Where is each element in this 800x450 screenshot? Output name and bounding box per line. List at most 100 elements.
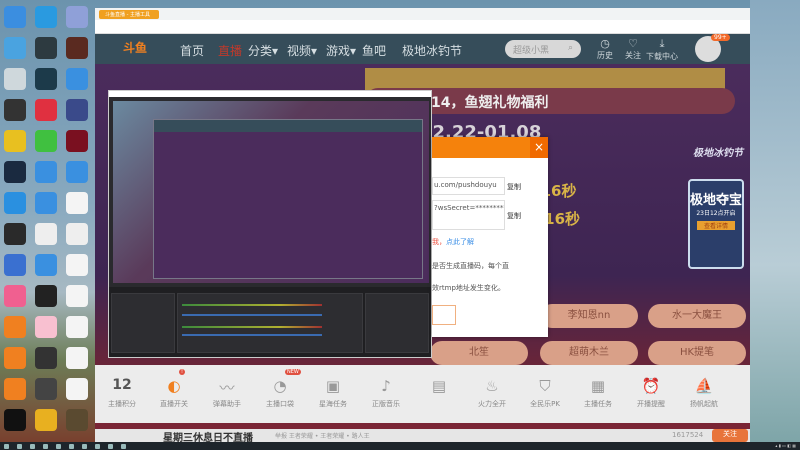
taskbar-app-icon[interactable] [4,443,9,449]
network-icon[interactable] [4,37,26,59]
app-blue-icon[interactable] [35,6,57,28]
follow-button[interactable]: 关注 [712,429,748,442]
file-icon[interactable] [66,285,88,307]
streamer-pill[interactable]: 北笙 [430,341,528,365]
tool-clock[interactable]: ⏰ 开播提醒 [624,377,678,409]
tool-wave[interactable]: 〰弹幕助手 [200,377,254,409]
search-icon[interactable]: ⌕ [568,43,573,53]
sources-dock[interactable] [111,293,175,353]
taskbar-app-icon[interactable] [30,443,35,449]
qq-icon[interactable] [4,409,26,431]
close-button[interactable]: × [530,137,548,158]
taskbar-app-icon[interactable] [95,443,100,449]
taskbar-app-icon[interactable] [43,443,48,449]
computer-icon[interactable] [4,6,26,28]
file-icon[interactable] [66,316,88,338]
nav-live[interactable]: 直播 [218,42,242,59]
rtmp-url-field[interactable]: u.com/pushdouyu [432,177,505,195]
nav-category[interactable]: 分类▾ [248,42,278,59]
tool-boat[interactable]: ⛵ 扬帆起航 [677,377,731,409]
taskbar-app-icon[interactable] [17,443,22,449]
file-icon[interactable] [66,378,88,400]
steam-icon[interactable] [4,161,26,183]
taskbar-app-icon[interactable] [108,443,113,449]
wechat-icon[interactable] [35,130,57,152]
tool-pk[interactable]: ⛉ 全民乐PK [518,377,572,409]
system-tray[interactable]: ▴ ▮ ▭ ◧ ▦ [775,443,796,448]
app-black-icon[interactable] [35,285,57,307]
browser-qq-icon[interactable] [35,161,57,183]
nav-games[interactable]: 游戏▾ [326,42,356,59]
tool-music[interactable]: ♪ 正版音乐 [359,377,413,409]
follow-button[interactable]: ♡ 关注 [625,37,641,61]
banner-title-graphic [365,68,725,90]
taskbar-app-icon[interactable] [82,443,87,449]
file-icon[interactable] [66,347,88,369]
streamer-pill[interactable]: 超萌木兰 [540,341,638,365]
nav-event[interactable]: 极地冰钓节 [402,42,462,59]
netease-music-icon[interactable] [35,99,57,121]
obs-icon[interactable] [4,99,26,121]
app-purple-icon[interactable] [66,6,88,28]
view-details-button[interactable]: 查看详情 [697,221,735,230]
douyu-icon[interactable] [4,378,26,400]
tool-gift[interactable]: ▤ [412,377,466,399]
audio-mixer[interactable] [177,293,363,353]
streamer-pill[interactable]: HK提笔 [648,341,746,365]
file-icon[interactable] [66,223,88,245]
game-yellow-icon[interactable] [66,99,88,121]
learn-more-link[interactable]: 点此了解 [446,237,474,247]
app-figure-icon[interactable] [66,409,88,431]
app-petal-icon[interactable] [35,316,57,338]
browser-qq-icon[interactable] [66,68,88,90]
tool-task[interactable]: ▦ 主播任务 [571,377,625,409]
file-icon[interactable] [66,192,88,214]
streamer-pill[interactable]: 水一大魔王 [648,304,746,328]
download-button[interactable]: ⤓ 下载中心 [646,37,678,62]
qq-music-icon[interactable] [4,130,26,152]
app-filmora-icon[interactable] [35,37,57,59]
taskbar-app-icon[interactable] [121,443,126,449]
douyu-icon[interactable] [4,347,26,369]
game-red-icon[interactable] [66,130,88,152]
history-button[interactable]: ◷ 历史 [597,37,613,61]
tool-label: 扬帆起航 [690,400,718,408]
baidu-icon[interactable] [4,254,26,276]
controls-dock[interactable] [365,293,429,353]
file-icon[interactable] [66,254,88,276]
tool-pocket[interactable]: ◔ 主播口袋 NEW [253,369,307,409]
streamer-pill[interactable]: 李知恩nn [540,304,638,328]
search-input[interactable]: 超级小黑 ⌕ [505,40,581,58]
app-cyan-icon[interactable] [35,68,57,90]
copy-key-button[interactable]: 复制 [507,211,521,221]
nav-video[interactable]: 视频▾ [287,42,317,59]
browser-qq-icon[interactable] [35,192,57,214]
nav-fishbar[interactable]: 鱼吧 [362,42,386,59]
app-dark-icon[interactable] [35,347,57,369]
taskbar-app-icon[interactable] [56,443,61,449]
dialog-button[interactable] [432,305,456,325]
tool-toggle[interactable]: ◐ 直播开关! [147,369,201,409]
app-t-icon[interactable] [4,192,26,214]
app-duck-icon[interactable] [35,223,57,245]
tool-ad[interactable]: ▣ 星海任务 [306,377,360,409]
browser-qq-icon[interactable] [35,254,57,276]
game-dark-icon[interactable] [66,37,88,59]
app-bear-icon[interactable] [35,409,57,431]
copy-url-button[interactable]: 复制 [507,182,521,192]
browser-qq-icon[interactable] [66,161,88,183]
app-pink-icon[interactable] [4,285,26,307]
app-circle-icon[interactable] [35,378,57,400]
browser-tab[interactable]: 斗鱼直播 - 主播工具 [99,9,159,19]
douyu-icon[interactable] [4,316,26,338]
app-c-icon[interactable] [4,223,26,245]
address-bar[interactable] [95,20,750,28]
douyu-logo[interactable]: 斗鱼 [123,39,171,59]
taskbar-app-icon[interactable] [69,443,74,449]
tool-fire[interactable]: ♨ 火力全开 [465,377,519,409]
treasure-card[interactable]: 极地夺宝 23日12点开启 查看详情 [688,179,744,269]
stream-key-field[interactable]: ?wsSecret=********** [432,200,505,230]
recycle-bin-icon[interactable] [4,68,26,90]
nav-home[interactable]: 首页 [180,42,204,59]
taskbar [0,442,800,450]
